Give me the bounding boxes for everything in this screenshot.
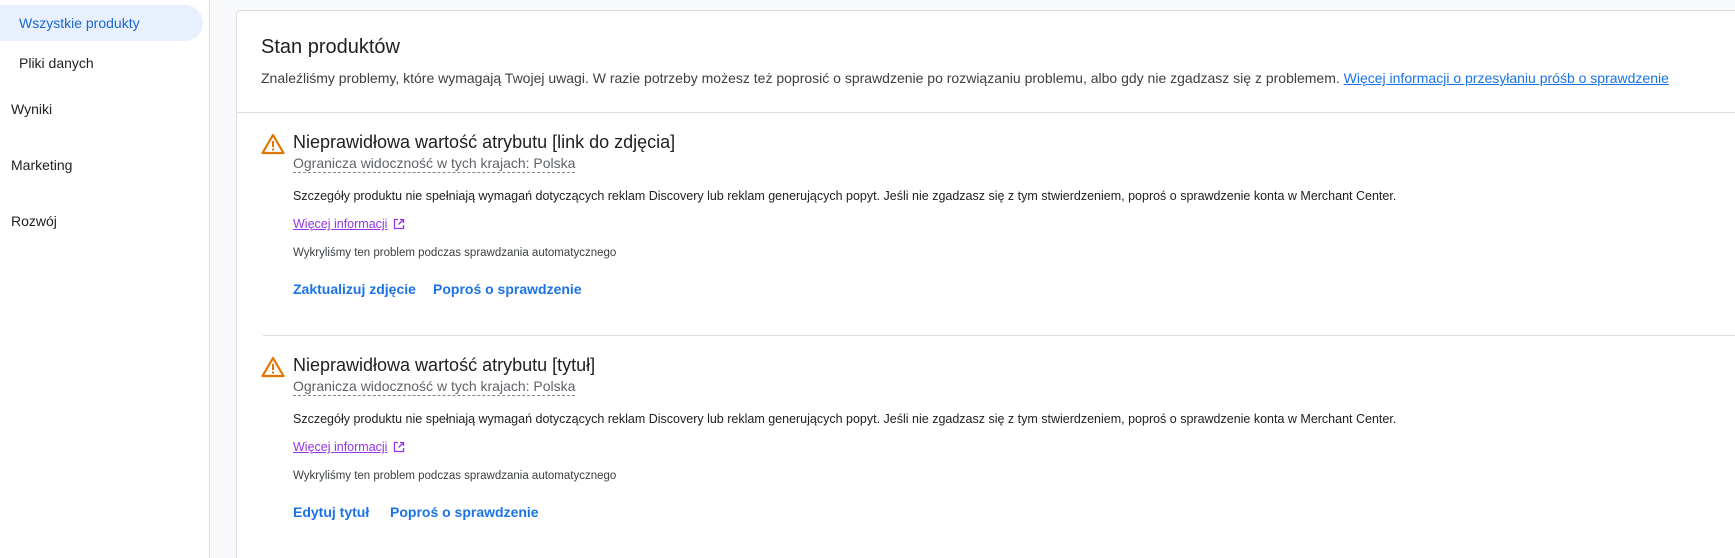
sidebar-item-label: Wyniki [11, 101, 53, 117]
sidebar-item-label: Pliki danych [19, 55, 94, 71]
sidebar-item-marketing[interactable]: Marketing [11, 155, 72, 175]
sidebar-item-all-products[interactable]: Wszystkie produkty [0, 5, 203, 41]
issue-visibility-limit[interactable]: Ogranicza widoczność w tych krajach: Pol… [293, 155, 576, 173]
sidebar-item-growth[interactable]: Rozwój [11, 211, 57, 231]
sidebar: Wszystkie produkty Pliki danych Wyniki M… [0, 0, 210, 558]
learn-more-label: Więcej informacji [293, 440, 388, 454]
sidebar-item-label: Marketing [11, 157, 73, 173]
card-description-text: Znaleźliśmy problemy, które wymagają Two… [261, 70, 1340, 86]
edit-title-button[interactable]: Edytuj tytuł [293, 504, 369, 520]
update-image-button[interactable]: Zaktualizuj zdjęcie [293, 281, 416, 297]
request-review-button[interactable]: Poproś o sprawdzenie [433, 281, 582, 297]
learn-more-link[interactable]: Więcej informacji [293, 217, 405, 231]
sidebar-item-label: Wszystkie produkty [19, 15, 140, 31]
issue-description: Szczegóły produktu nie spełniają wymagań… [293, 412, 1397, 426]
request-review-button[interactable]: Poproś o sprawdzenie [390, 504, 539, 520]
warning-icon [261, 133, 285, 155]
issue-title: Nieprawidłowa wartość atrybutu [link do … [293, 132, 676, 152]
merchant-center-app: Wszystkie produkty Pliki danych Wyniki M… [0, 0, 1735, 558]
issue-divider [263, 335, 1735, 336]
sidebar-item-label: Rozwój [11, 213, 57, 229]
issue-visibility-limit[interactable]: Ogranicza widoczność w tych krajach: Pol… [293, 378, 576, 396]
card-header: Stan produktów Znaleźliśmy problemy, któ… [237, 11, 1735, 113]
learn-more-link[interactable]: Więcej informacji [293, 440, 405, 454]
product-status-card: Stan produktów Znaleźliśmy problemy, któ… [236, 10, 1735, 558]
sidebar-item-results[interactable]: Wyniki [11, 99, 52, 119]
external-link-icon [393, 218, 405, 230]
card-description: Znaleźliśmy problemy, które wymagają Two… [261, 70, 1669, 86]
external-link-icon [393, 441, 405, 453]
page-title: Stan produktów [261, 36, 400, 58]
sidebar-item-data-feeds[interactable]: Pliki danych [0, 45, 203, 81]
warning-icon [261, 356, 285, 378]
issue-title: Nieprawidłowa wartość atrybutu [tytuł] [293, 355, 596, 375]
issue-detection-note: Wykryliśmy ten problem podczas sprawdzan… [293, 247, 617, 259]
issue-detection-note: Wykryliśmy ten problem podczas sprawdzan… [293, 470, 617, 482]
review-requests-info-link[interactable]: Więcej informacji o przesyłaniu próśb o … [1344, 70, 1669, 86]
issue-description: Szczegóły produktu nie spełniają wymagań… [293, 189, 1397, 203]
learn-more-label: Więcej informacji [293, 217, 388, 231]
